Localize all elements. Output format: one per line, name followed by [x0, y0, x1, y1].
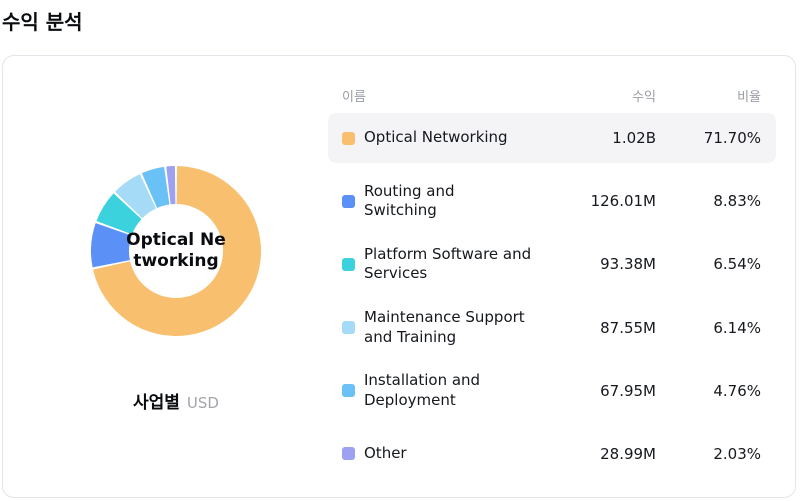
row-ratio: 4.76% [713, 381, 761, 400]
legend-table: 이름 수익 비율 Optical Networking 1.02B 71.70%… [328, 56, 776, 497]
legend-swatch [342, 194, 355, 208]
legend-swatch [342, 131, 355, 145]
row-revenue: 28.99M [600, 444, 656, 463]
row-ratio: 6.14% [713, 318, 761, 337]
chart-column: Optical Ne tworking 사업별 USD [3, 56, 349, 497]
row-ratio: 8.83% [713, 192, 761, 211]
row-name: Platform Software and Services [364, 244, 532, 283]
header-revenue: 수익 [632, 89, 656, 105]
row-revenue: 93.38M [600, 255, 656, 274]
legend-swatch [342, 447, 355, 461]
chart-caption: 사업별 USD [3, 388, 349, 413]
row-ratio: 2.03% [713, 444, 761, 463]
page-title: 수익 분석 [2, 10, 83, 34]
table-row[interactable]: Routing and Switching 126.01M 8.83% [328, 176, 776, 226]
row-revenue: 67.95M [600, 381, 656, 400]
table-row[interactable]: Optical Networking 1.02B 71.70% [328, 113, 776, 163]
table-row[interactable]: Maintenance Support and Training 87.55M … [328, 303, 776, 353]
table-row[interactable]: Installation and Deployment 67.95M 4.76% [328, 366, 776, 416]
table-header: 이름 수익 비율 [328, 85, 776, 105]
row-revenue: 1.02B [612, 129, 656, 147]
table-rows: Optical Networking 1.02B 71.70% Routing … [328, 113, 776, 479]
legend-swatch [342, 321, 355, 335]
donut-chart[interactable] [91, 166, 261, 336]
legend-swatch [342, 384, 355, 398]
row-revenue: 87.55M [600, 318, 656, 337]
header-ratio: 비율 [737, 89, 761, 105]
table-row[interactable]: Other 28.99M 2.03% [328, 429, 776, 479]
row-ratio: 6.54% [713, 255, 761, 274]
row-ratio: 71.70% [703, 129, 761, 147]
caption-group-label: 사업별 [133, 393, 180, 413]
row-name: Routing and Switching [364, 181, 455, 220]
row-revenue: 126.01M [590, 192, 656, 211]
table-row[interactable]: Platform Software and Services 93.38M 6.… [328, 239, 776, 289]
row-name: Other [364, 444, 407, 463]
donut-wrap: Optical Ne tworking [91, 166, 261, 336]
row-name: Optical Networking [364, 128, 508, 147]
revenue-card: Optical Ne tworking 사업별 USD 이름 수익 비율 Opti… [2, 55, 796, 498]
legend-swatch [342, 257, 355, 271]
caption-unit-label: USD [186, 394, 219, 412]
header-name: 이름 [342, 89, 366, 105]
row-name: Installation and Deployment [364, 371, 481, 409]
row-name: Maintenance Support and Training [364, 308, 525, 346]
